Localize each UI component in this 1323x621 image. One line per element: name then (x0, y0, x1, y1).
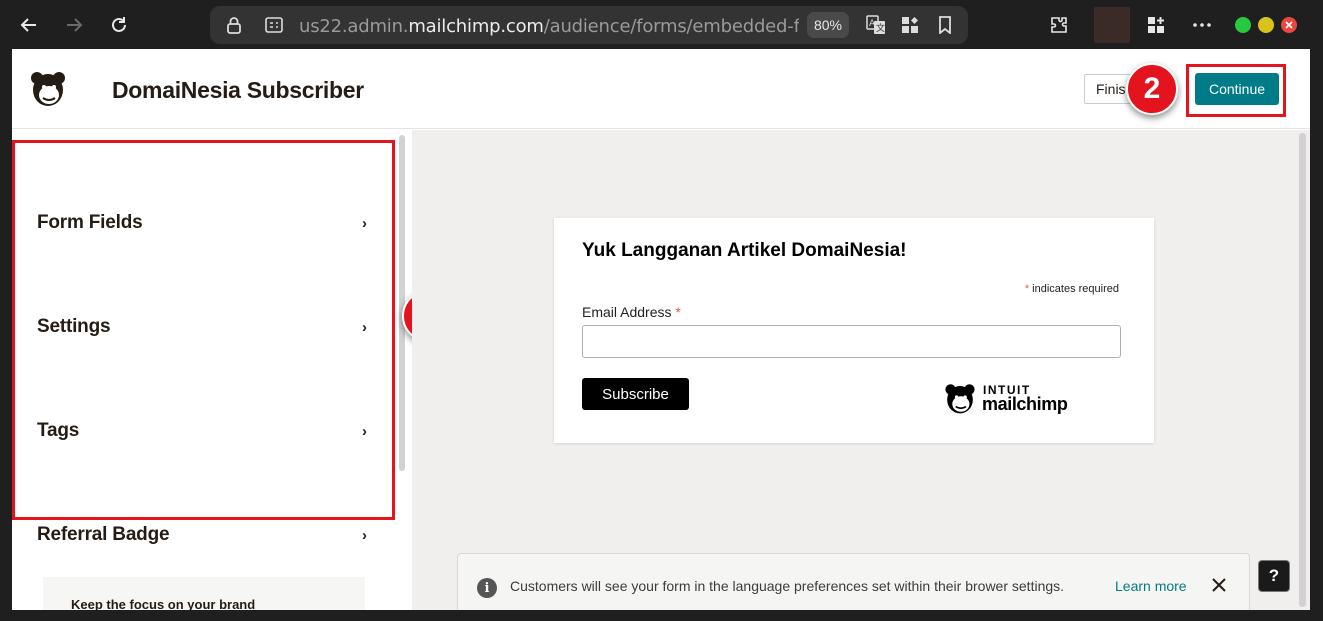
forward-icon[interactable] (60, 11, 88, 39)
page-title: DomaiNesia Subscriber (112, 77, 364, 103)
bookmark-icon[interactable] (935, 15, 955, 35)
mailchimp-logo-icon[interactable] (28, 67, 68, 109)
app-header: DomaiNesia Subscriber Finis Continue 2 (12, 49, 1310, 129)
learn-more-link[interactable]: Learn more (1115, 578, 1187, 594)
preview-scrollbar[interactable] (1299, 133, 1306, 607)
email-field[interactable] (582, 325, 1121, 358)
collections-icon[interactable] (1143, 12, 1169, 38)
email-label: Email Address * (582, 304, 681, 320)
maximize-window-icon[interactable] (1258, 17, 1274, 33)
profile-avatar[interactable] (1094, 7, 1130, 43)
site-info-icon[interactable] (264, 15, 284, 35)
promo-text: Keep the focus on your brand (71, 597, 256, 610)
sidebar-item-referral-badge[interactable]: Referral Badge › (37, 520, 367, 550)
browser-toolbar: us22.admin.mailchimp.com/audience/forms/… (0, 0, 1323, 50)
url-text: us22.admin.mailchimp.com/audience/forms/… (299, 16, 799, 37)
translate-icon[interactable]: A文 (866, 15, 886, 35)
info-icon: i (477, 578, 497, 598)
brand-promo-card: Keep the focus on your brand (43, 577, 365, 610)
address-bar[interactable]: us22.admin.mailchimp.com/audience/forms/… (210, 6, 968, 44)
close-window-icon[interactable] (1281, 17, 1297, 33)
sidebar-item-label: Referral Badge (37, 524, 170, 545)
reload-icon[interactable] (105, 11, 133, 39)
sidebar-highlight-box (12, 140, 395, 520)
required-note: * indicates required (1024, 283, 1119, 295)
subscribe-button[interactable]: Subscribe (582, 378, 689, 410)
sidebar: Form Fields › Settings › Tags › Referral… (12, 130, 408, 610)
language-notice: i Customers will see your form in the la… (457, 553, 1250, 610)
minimize-window-icon[interactable] (1235, 17, 1251, 33)
zoom-indicator[interactable]: 80% (807, 12, 849, 38)
mailchimp-form-builder: DomaiNesia Subscriber Finis Continue 2 F… (12, 49, 1310, 610)
back-icon[interactable] (15, 11, 43, 39)
chevron-right-icon: › (362, 526, 367, 544)
notice-text: Customers will see your form in the lang… (510, 578, 1065, 594)
svg-text:文: 文 (876, 22, 885, 34)
continue-highlight-box (1186, 64, 1286, 117)
form-title: Yuk Langganan Artikel DomaiNesia! (582, 240, 907, 261)
intuit-mailchimp-badge[interactable]: INTUIT mailchimp (942, 380, 1082, 418)
apps-icon[interactable] (900, 15, 920, 35)
mailchimp-freddie-icon (945, 384, 975, 414)
extensions-icon[interactable] (1046, 12, 1072, 38)
more-options-icon[interactable] (1189, 12, 1215, 38)
help-button[interactable]: ? (1258, 560, 1290, 592)
mailchimp-wordmark: mailchimp (982, 394, 1068, 414)
step-badge-2: 2 (1126, 63, 1178, 115)
lock-icon[interactable] (224, 15, 244, 35)
form-preview-area: Yuk Langganan Artikel DomaiNesia! * indi… (412, 130, 1310, 610)
close-icon[interactable] (1208, 574, 1230, 596)
form-preview-card: Yuk Langganan Artikel DomaiNesia! * indi… (554, 218, 1154, 443)
